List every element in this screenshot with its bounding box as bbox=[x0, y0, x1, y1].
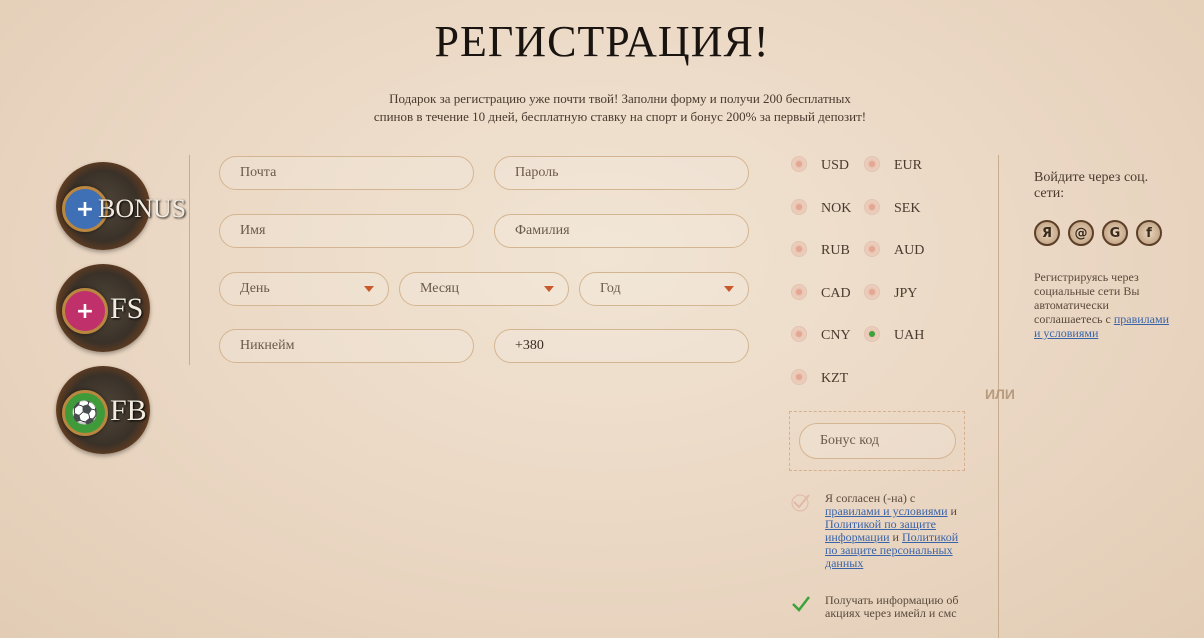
page-subtitle: Подарок за регистрацию уже почти твой! З… bbox=[330, 90, 910, 126]
month-select-label: Месяц bbox=[420, 281, 459, 296]
currency-label: JPY bbox=[894, 286, 918, 301]
currency-label: UAH bbox=[894, 328, 925, 343]
mail-icon[interactable]: @ bbox=[1068, 220, 1094, 246]
currency-label: EUR bbox=[894, 158, 922, 173]
terms-link[interactable]: правилами и условиями bbox=[825, 504, 948, 518]
radio-icon bbox=[791, 199, 807, 215]
month-select[interactable]: Месяц bbox=[399, 272, 569, 306]
terms-prefix: Я согласен (-на) с bbox=[825, 491, 916, 505]
radio-icon bbox=[791, 241, 807, 257]
terms-agreement: Я согласен (-на) с правилами и условиями… bbox=[791, 492, 961, 576]
radio-icon bbox=[791, 284, 807, 300]
radio-icon bbox=[864, 156, 880, 172]
subtitle-line-2: спинов в течение 10 дней, бесплатную ста… bbox=[373, 109, 867, 124]
terms-and: и bbox=[950, 504, 957, 518]
terms-text: Я согласен (-на) с правилами и условиями… bbox=[825, 492, 965, 570]
checkbox-unchecked-icon[interactable] bbox=[791, 492, 811, 512]
nickname-field[interactable]: Никнейм bbox=[219, 329, 474, 363]
free-spins-badge: + FS bbox=[48, 258, 156, 358]
terms-and-2: и bbox=[892, 530, 899, 544]
free-bet-icon: ⚽ bbox=[62, 390, 108, 436]
currency-label: RUB bbox=[821, 243, 850, 258]
social-note: Регистрируясь через социальные сети Вы а… bbox=[1034, 270, 1174, 340]
facebook-icon[interactable]: f bbox=[1136, 220, 1162, 246]
radio-selected-icon bbox=[864, 326, 880, 342]
currency-label: USD bbox=[821, 158, 850, 173]
phone-field[interactable]: +380 bbox=[494, 329, 749, 363]
radio-icon bbox=[864, 284, 880, 300]
promo-consent-text: Получать информацию об акциях через имей… bbox=[825, 593, 959, 620]
day-select[interactable]: День bbox=[219, 272, 389, 306]
social-login-title: Войдите через соц. сети: bbox=[1034, 170, 1149, 201]
currency-label: NOK bbox=[821, 201, 852, 216]
left-divider bbox=[189, 155, 190, 365]
chevron-down-icon bbox=[364, 286, 374, 292]
yandex-icon[interactable]: Я bbox=[1034, 220, 1060, 246]
currency-label: SEK bbox=[894, 201, 921, 216]
email-field[interactable]: Почта bbox=[219, 156, 474, 190]
radio-icon bbox=[791, 369, 807, 385]
radio-icon bbox=[864, 199, 880, 215]
last-name-field[interactable]: Фамилия bbox=[494, 214, 749, 248]
currency-label: AUD bbox=[894, 243, 925, 258]
google-icon[interactable]: G bbox=[1102, 220, 1128, 246]
or-separator: ИЛИ bbox=[985, 386, 1015, 402]
radio-icon bbox=[791, 326, 807, 342]
page-title: РЕГИСТРАЦИЯ! bbox=[434, 17, 770, 66]
badge-label: FS bbox=[110, 292, 144, 325]
year-select[interactable]: Год bbox=[579, 272, 749, 306]
free-spins-icon: + bbox=[62, 288, 108, 334]
badge-label: FB bbox=[110, 394, 147, 427]
radio-icon bbox=[791, 156, 807, 172]
bonus-code-field[interactable]: Бонус код bbox=[799, 423, 956, 459]
currency-label: KZT bbox=[821, 371, 849, 386]
radio-icon bbox=[864, 241, 880, 257]
free-bet-badge: ⚽ FB bbox=[48, 360, 156, 460]
promo-consent: Получать информацию об акциях через имей… bbox=[791, 594, 961, 634]
currency-label: CAD bbox=[821, 286, 851, 301]
chevron-down-icon bbox=[724, 286, 734, 292]
subtitle-line-1: Подарок за регистрацию уже почти твой! З… bbox=[389, 91, 851, 106]
password-field[interactable]: Пароль bbox=[494, 156, 749, 190]
first-name-field[interactable]: Имя bbox=[219, 214, 474, 248]
day-select-label: День bbox=[240, 281, 270, 296]
checkbox-checked-icon[interactable] bbox=[791, 594, 811, 614]
bonus-badge: + BONUS bbox=[48, 156, 186, 256]
badge-label: BONUS bbox=[98, 194, 187, 223]
chevron-down-icon bbox=[544, 286, 554, 292]
currency-label: CNY bbox=[821, 328, 851, 343]
year-select-label: Год bbox=[600, 281, 621, 296]
